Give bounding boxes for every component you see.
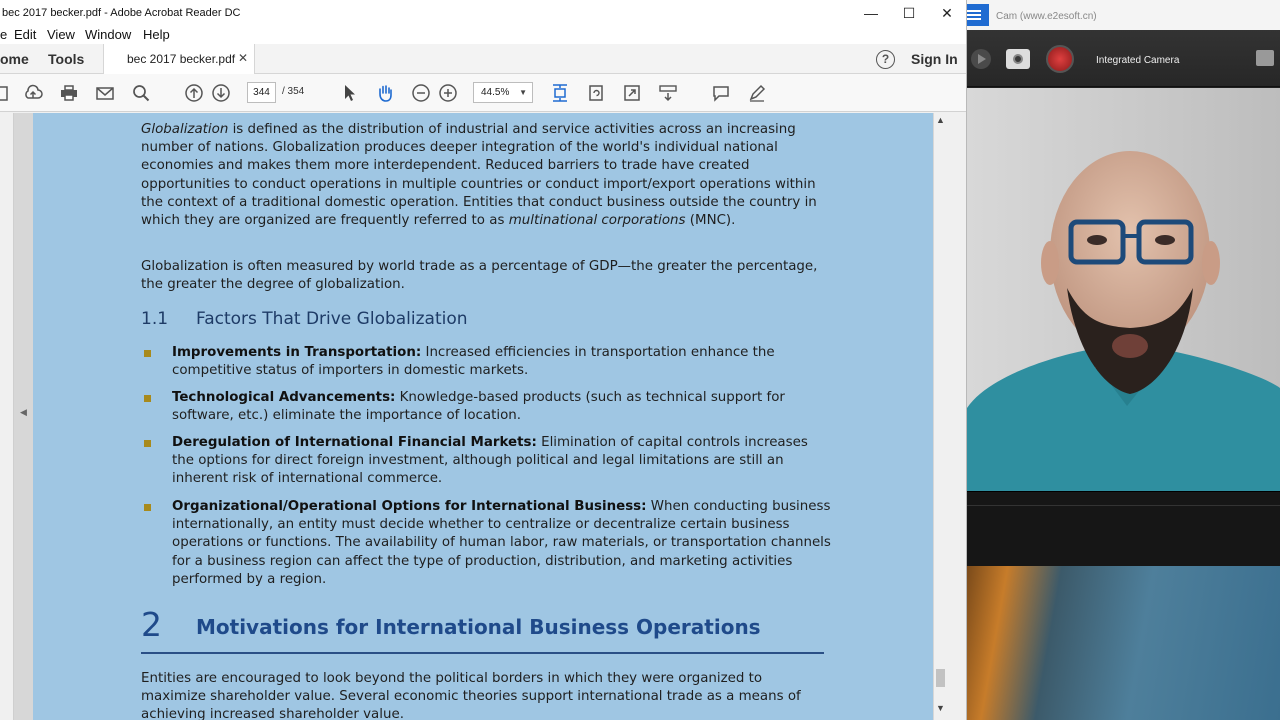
tab-home[interactable]: ome xyxy=(0,51,29,67)
hamburger-menu-icon[interactable] xyxy=(967,4,989,26)
menu-file[interactable]: e xyxy=(0,27,7,42)
upload-cloud-icon[interactable] xyxy=(23,83,43,103)
zoom-select[interactable]: 44.5% ▼ xyxy=(473,82,533,103)
window-title: bec 2017 becker.pdf - Adobe Acrobat Read… xyxy=(2,7,241,19)
zoom-out-icon[interactable] xyxy=(411,83,431,103)
bullet-square-icon xyxy=(144,440,151,447)
tab-bar: ome Tools bec 2017 becker.pdf ✕ ? Sign I… xyxy=(0,44,966,74)
menu-bar: e Edit View Window Help xyxy=(0,26,966,44)
full-screen-icon[interactable] xyxy=(622,83,642,103)
section-number: 1.1 xyxy=(141,309,169,329)
next-page-icon[interactable] xyxy=(211,83,231,103)
record-button[interactable] xyxy=(1046,45,1074,73)
vertical-scrollbar[interactable]: ▲ ▼ xyxy=(934,113,947,720)
fit-page-icon[interactable] xyxy=(550,83,570,103)
zoom-value: 44.5% xyxy=(481,87,510,98)
webcam-title-bar: Cam (www.e2esoft.cn) xyxy=(967,0,1280,30)
scrollbar-thumb[interactable] xyxy=(936,669,945,687)
minimize-button[interactable]: — xyxy=(852,0,890,26)
desktop-wallpaper xyxy=(967,566,1280,720)
scroll-up-icon[interactable]: ▲ xyxy=(936,115,945,125)
chapter-number: 2 xyxy=(141,605,162,644)
zoom-in-icon[interactable] xyxy=(438,83,458,103)
camera-device-name: Integrated Camera xyxy=(1096,55,1180,66)
presenter-video-image xyxy=(967,88,1280,491)
previous-page-icon[interactable] xyxy=(184,83,204,103)
maximize-button[interactable]: ☐ xyxy=(890,0,928,26)
scroll-down-icon[interactable]: ▼ xyxy=(936,703,945,713)
email-icon[interactable] xyxy=(95,83,115,103)
menu-view[interactable]: View xyxy=(47,27,75,42)
section-heading: 1.1 Factors That Drive Globalization xyxy=(141,309,468,329)
page-total: / 354 xyxy=(282,86,305,97)
search-icon[interactable] xyxy=(131,83,151,103)
pdf-page: Globalization is defined as the distribu… xyxy=(33,113,933,720)
tab-tools[interactable]: Tools xyxy=(48,51,84,67)
rotate-icon[interactable] xyxy=(586,83,606,103)
term-mnc: multinational corporations xyxy=(508,213,686,229)
webcam-video-feed xyxy=(967,88,1280,491)
play-icon[interactable] xyxy=(971,49,991,69)
hand-tool-icon[interactable] xyxy=(375,83,395,103)
comment-icon[interactable] xyxy=(711,83,731,103)
paragraph-globalization-definition: Globalization is defined as the distribu… xyxy=(141,122,817,229)
acrobat-window: bec 2017 becker.pdf - Adobe Acrobat Read… xyxy=(0,0,967,720)
bookmark-icon[interactable] xyxy=(0,83,14,103)
webcam-controls: Integrated Camera xyxy=(967,30,1280,87)
document-tab-label: bec 2017 becker.pdf xyxy=(127,52,236,66)
webcam-window: Cam (www.e2esoft.cn) Integrated Camera xyxy=(967,0,1280,720)
print-icon[interactable] xyxy=(59,83,79,103)
sign-in-link[interactable]: Sign In xyxy=(911,51,958,67)
collapse-left-panel-icon[interactable]: ◀ xyxy=(20,407,27,418)
left-panel-strip[interactable] xyxy=(0,113,14,720)
section-title: Factors That Drive Globalization xyxy=(196,309,468,329)
tab-document[interactable]: bec 2017 becker.pdf ✕ xyxy=(103,44,255,74)
close-window-button[interactable]: ✕ xyxy=(928,0,966,26)
term-globalization: Globalization xyxy=(141,122,229,137)
chevron-down-icon: ▼ xyxy=(519,88,527,97)
chapter-divider xyxy=(141,652,824,654)
paragraph-motivations: Entities are encouraged to look beyond t… xyxy=(141,671,801,720)
scroll-mode-icon[interactable] xyxy=(658,83,678,103)
menu-edit[interactable]: Edit xyxy=(14,27,36,42)
toolbar: 344 / 354 44.5% ▼ xyxy=(0,74,966,112)
bullet-square-icon xyxy=(144,504,151,511)
help-icon[interactable]: ? xyxy=(876,50,895,69)
menu-window[interactable]: Window xyxy=(85,27,131,42)
close-tab-icon[interactable]: ✕ xyxy=(238,51,248,65)
bullet-square-icon xyxy=(144,350,151,357)
document-viewport[interactable]: Globalization is defined as the distribu… xyxy=(14,113,934,720)
webcam-title: Cam (www.e2esoft.cn) xyxy=(996,11,1097,22)
right-panel-strip xyxy=(947,113,966,720)
webcam-status-area xyxy=(967,491,1280,566)
page-number-input[interactable]: 344 xyxy=(247,82,276,103)
settings-icon[interactable] xyxy=(1256,50,1274,66)
paragraph-globalization-measure: Globalization is often measured by world… xyxy=(141,259,818,293)
bullet-square-icon xyxy=(144,395,151,402)
title-bar: bec 2017 becker.pdf - Adobe Acrobat Read… xyxy=(0,0,966,26)
snapshot-camera-icon[interactable] xyxy=(1006,49,1030,69)
chapter-title: Motivations for International Business O… xyxy=(196,615,761,639)
menu-help[interactable]: Help xyxy=(143,27,170,42)
select-cursor-icon[interactable] xyxy=(339,83,359,103)
pen-icon[interactable] xyxy=(747,83,767,103)
